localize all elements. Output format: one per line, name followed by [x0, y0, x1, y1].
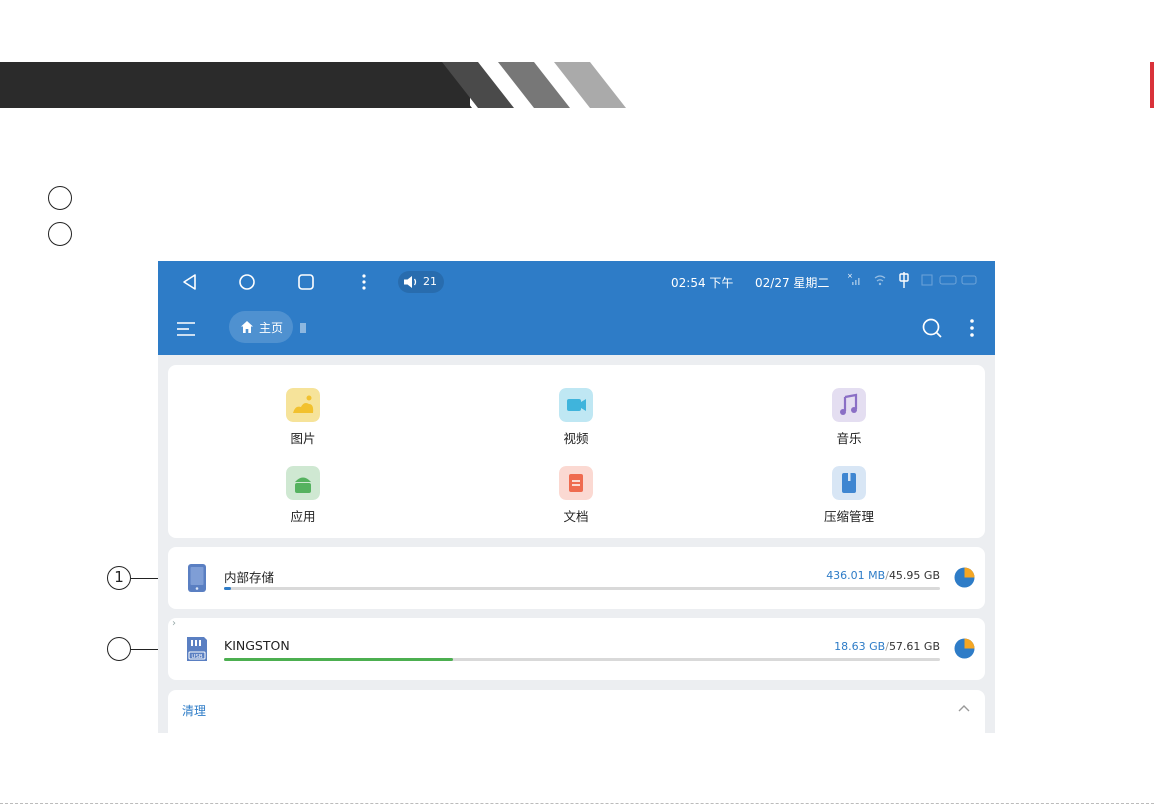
storage-usage-fill [224, 658, 454, 661]
storage-used: 436.01 MB [826, 569, 886, 582]
category-label: 文档 [563, 509, 589, 524]
music-icon [832, 388, 866, 422]
storage-internal[interactable]: 内部存储 436.01 MB/45.95 GB [168, 547, 985, 609]
device-screen: 21 02:54 下午 02/27 星期二 × 主页 图片 视频 音乐 应用 文… [158, 261, 995, 733]
status-date: 02/27 星期二 [755, 276, 830, 290]
status-time: 02:54 下午 [671, 276, 734, 290]
volume-chip[interactable]: 21 [398, 271, 444, 293]
status-bar: 21 02:54 下午 02/27 星期二 × [158, 261, 995, 303]
bottom-rule [0, 803, 1154, 804]
category-label: 压缩管理 [823, 509, 874, 524]
wifi-icon [874, 275, 886, 286]
android-icon [286, 466, 320, 500]
video-icon [559, 388, 593, 422]
legend-circle-1 [48, 186, 72, 210]
usb-drive-icon: USB [187, 637, 207, 661]
chevron-right-icon: › [172, 618, 176, 629]
home-breadcrumb-icon [241, 321, 253, 333]
callout-2 [107, 637, 131, 661]
recents-icon[interactable] [294, 271, 318, 293]
archive-icon [832, 466, 866, 500]
pie-chart-icon[interactable] [954, 638, 975, 659]
header-stripes [420, 62, 626, 108]
category-label: 视频 [563, 431, 589, 446]
legend-circle-2 [48, 222, 72, 246]
more-vert-icon[interactable] [352, 271, 376, 293]
storage-total: 57.61 GB [888, 640, 940, 653]
menu-icon[interactable] [175, 319, 197, 339]
signal-icon: × [847, 272, 860, 285]
storage-total: 45.95 GB [888, 569, 940, 582]
breadcrumb-home[interactable]: 主页 [229, 311, 293, 343]
clean-section[interactable]: 清理 [168, 690, 985, 733]
category-label: 音乐 [836, 431, 862, 446]
usb-icon-text: USB [191, 654, 203, 660]
phone-icon [188, 564, 206, 592]
page-edge-mark [1150, 62, 1154, 108]
storage-size: 436.01 MB/45.95 GB [826, 569, 940, 582]
chevron-up-icon[interactable] [957, 702, 971, 714]
category-card: 图片 视频 音乐 应用 文档 压缩管理 [168, 365, 985, 538]
faint-status-icons [921, 274, 977, 286]
pie-chart-icon[interactable] [954, 567, 975, 588]
search-icon[interactable] [921, 317, 943, 339]
storage-usage-bar [224, 587, 940, 590]
usb-icon [899, 272, 909, 288]
storage-name: 内部存储 [224, 570, 275, 585]
volume-level: 21 [423, 275, 437, 288]
storage-size: 18.63 GB/57.61 GB [834, 640, 940, 653]
image-icon [286, 388, 320, 422]
storage-usb[interactable]: › USB KINGSTON 18.63 GB/57.61 GB [168, 618, 985, 680]
document-icon [559, 466, 593, 500]
storage-usage-bar [224, 658, 940, 661]
volume-icon [404, 276, 417, 288]
home-icon[interactable] [235, 271, 259, 293]
category-label: 应用 [290, 509, 316, 524]
storage-usage-fill [224, 587, 232, 590]
overflow-menu-icon[interactable] [962, 318, 982, 338]
category-label: 图片 [290, 431, 316, 446]
breadcrumb-home-label: 主页 [259, 321, 284, 335]
storage-crumb-icon[interactable] [298, 322, 308, 334]
back-icon[interactable] [178, 271, 202, 293]
storage-used: 18.63 GB [834, 640, 886, 653]
callout-1: 1 [107, 566, 131, 590]
svg-text:×: × [847, 272, 853, 280]
storage-name: KINGSTON [224, 638, 290, 653]
clean-section-title: 清理 [182, 704, 207, 718]
